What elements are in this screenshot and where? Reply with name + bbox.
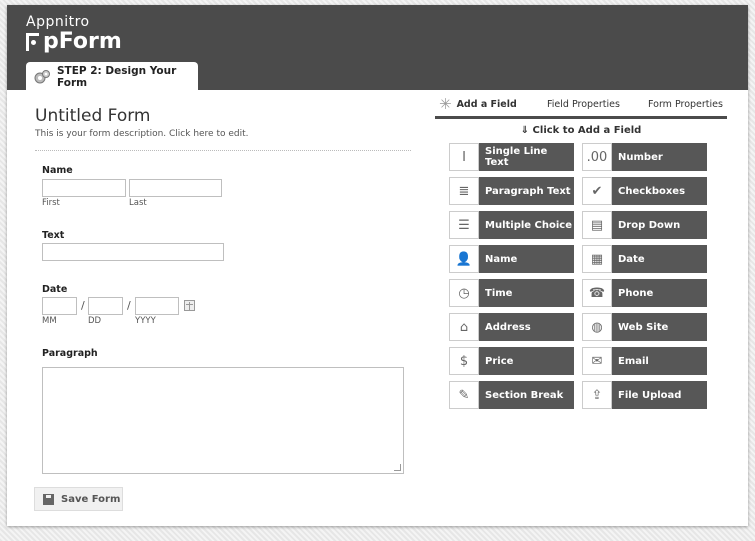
field-button-label: Web Site: [612, 313, 707, 341]
field-button-label: Section Break: [479, 381, 574, 409]
gears-icon: [33, 69, 51, 85]
add-field-time-button[interactable]: ◷ Time: [449, 279, 574, 307]
step-tab-label: STEP 2: Design Your Form: [57, 64, 177, 89]
down-arrow-icon: ⇓: [520, 125, 530, 136]
envelope-icon: ✉: [582, 347, 612, 375]
add-field-number-button[interactable]: .00 Number: [582, 143, 707, 171]
logo-top-text: Appnitro: [26, 14, 90, 30]
dollar-icon: $: [449, 347, 479, 375]
person-icon: 👤: [449, 245, 479, 273]
pencil-icon: ✎: [449, 381, 479, 409]
name-field-label: Name: [42, 165, 73, 176]
app-frame: Appnitro pForm STEP 2: Design Your Form …: [7, 5, 748, 526]
first-name-input[interactable]: [42, 179, 126, 197]
date-year-sublabel: YYYY: [135, 316, 156, 326]
panel-tabs: ✳ Add a Field Field Properties Form Prop…: [435, 95, 727, 117]
last-name-input[interactable]: [129, 179, 222, 197]
tab-add-field-label: Add a Field: [456, 98, 517, 110]
calendar-icon: ▦: [582, 245, 612, 273]
field-button-label: Paragraph Text: [479, 177, 574, 205]
add-field-file-upload-button[interactable]: ⇪ File Upload: [582, 381, 707, 409]
field-button-label: Name: [479, 245, 574, 273]
resize-handle-icon[interactable]: [394, 464, 401, 471]
single-line-text-icon: I: [449, 143, 479, 171]
tab-field-properties[interactable]: Field Properties: [547, 95, 620, 113]
add-field-checkboxes-button[interactable]: ✔ Checkboxes: [582, 177, 707, 205]
file-upload-icon: ⇪: [582, 381, 612, 409]
field-button-label: Email: [612, 347, 707, 375]
field-button-label: Price: [479, 347, 574, 375]
field-button-label: File Upload: [612, 381, 707, 409]
number-icon: .00: [582, 143, 612, 171]
calendar-icon[interactable]: [184, 300, 195, 311]
paragraph-text-icon: ≣: [449, 177, 479, 205]
phone-icon: ☎: [582, 279, 612, 307]
add-field-email-button[interactable]: ✉ Email: [582, 347, 707, 375]
logo-text: pForm: [43, 29, 122, 54]
text-input[interactable]: [42, 243, 224, 261]
add-field-phone-button[interactable]: ☎ Phone: [582, 279, 707, 307]
tab-add-field[interactable]: ✳ Add a Field: [439, 95, 517, 113]
date-separator: /: [127, 299, 131, 312]
field-button-label: Date: [612, 245, 707, 273]
tab-form-properties-label: Form Properties: [648, 98, 723, 110]
date-day-sublabel: DD: [88, 316, 102, 326]
date-field-label: Date: [42, 284, 68, 295]
add-field-date-button[interactable]: ▦ Date: [582, 245, 707, 273]
step-tab[interactable]: STEP 2: Design Your Form: [26, 62, 198, 91]
text-field-label: Text: [42, 230, 65, 241]
floppy-disk-icon: [43, 493, 54, 505]
globe-icon: ◍: [582, 313, 612, 341]
last-name-sublabel: Last: [129, 198, 147, 208]
field-button-label: Drop Down: [612, 211, 707, 239]
form-title[interactable]: Untitled Form: [35, 106, 150, 126]
logo-mark-icon: [26, 32, 39, 51]
field-button-label: Checkboxes: [612, 177, 707, 205]
field-button-label: Multiple Choice: [479, 211, 574, 239]
field-button-label: Phone: [612, 279, 707, 307]
checkmark-icon: ✔: [582, 177, 612, 205]
paragraph-textarea[interactable]: [42, 367, 404, 474]
add-field-hint: ⇓ Click to Add a Field: [435, 125, 727, 136]
tab-field-properties-label: Field Properties: [547, 98, 620, 110]
add-field-address-button[interactable]: ⌂ Address: [449, 313, 574, 341]
add-field-web-site-button[interactable]: ◍ Web Site: [582, 313, 707, 341]
add-field-hint-text: Click to Add a Field: [532, 125, 642, 136]
divider: [35, 150, 411, 151]
date-month-sublabel: MM: [42, 316, 57, 326]
date-separator: /: [81, 299, 85, 312]
add-field-name-button[interactable]: 👤 Name: [449, 245, 574, 273]
add-field-drop-down-button[interactable]: ▤ Drop Down: [582, 211, 707, 239]
date-year-input[interactable]: [135, 297, 179, 315]
add-field-paragraph-text-button[interactable]: ≣ Paragraph Text: [449, 177, 574, 205]
add-field-price-button[interactable]: $ Price: [449, 347, 574, 375]
house-icon: ⌂: [449, 313, 479, 341]
multiple-choice-icon: ☰: [449, 211, 479, 239]
asterisk-icon: ✳: [439, 95, 452, 113]
add-field-section-break-button[interactable]: ✎ Section Break: [449, 381, 574, 409]
date-month-input[interactable]: [42, 297, 77, 315]
field-button-label: Address: [479, 313, 574, 341]
tab-form-properties[interactable]: Form Properties: [648, 95, 723, 113]
date-day-input[interactable]: [88, 297, 123, 315]
add-field-multiple-choice-button[interactable]: ☰ Multiple Choice: [449, 211, 574, 239]
save-form-label: Save Form: [61, 493, 121, 505]
header: Appnitro pForm STEP 2: Design Your Form: [7, 5, 748, 91]
tab-underline: [435, 116, 727, 119]
add-field-single-line-text-button[interactable]: I Single Line Text: [449, 143, 574, 171]
paragraph-field-label: Paragraph: [42, 348, 98, 359]
clock-icon: ◷: [449, 279, 479, 307]
form-description[interactable]: This is your form description. Click her…: [35, 129, 249, 139]
save-form-button[interactable]: Save Form: [34, 487, 123, 511]
field-button-label: Time: [479, 279, 574, 307]
first-name-sublabel: First: [42, 198, 60, 208]
field-button-label: Single Line Text: [479, 143, 574, 171]
dropdown-icon: ▤: [582, 211, 612, 239]
logo: pForm: [26, 29, 122, 54]
field-button-label: Number: [612, 143, 707, 171]
